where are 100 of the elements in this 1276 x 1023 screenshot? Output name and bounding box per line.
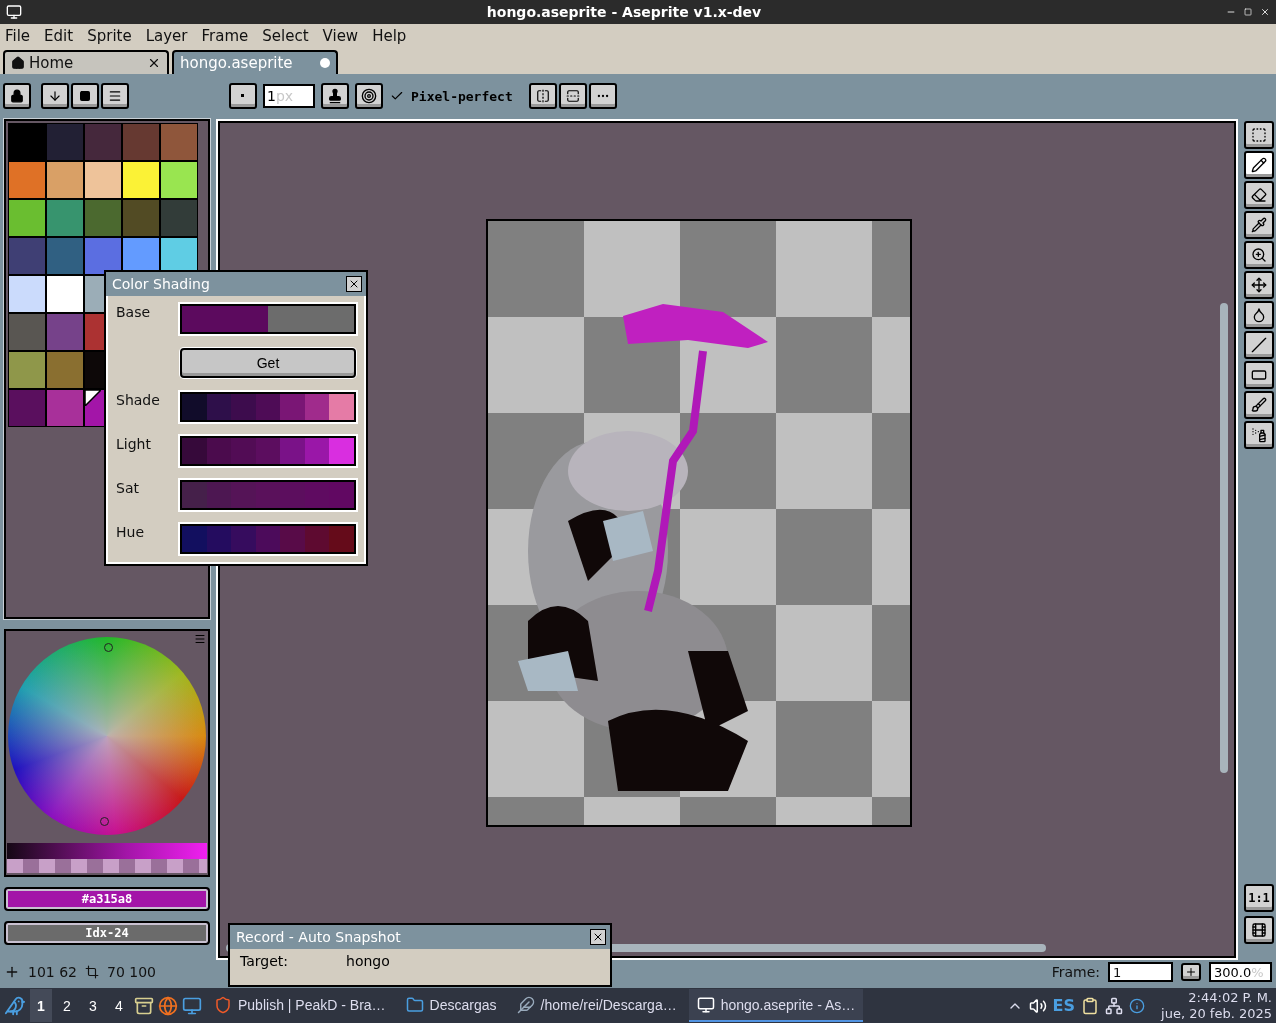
close-button[interactable]: [590, 929, 606, 945]
tool-button[interactable]: [1244, 121, 1274, 149]
taskbar-task[interactable]: /home/rei/Descarga…: [508, 989, 685, 1022]
tool-button[interactable]: [1244, 241, 1274, 269]
more-button[interactable]: [588, 83, 617, 109]
color-swatch[interactable]: [46, 313, 84, 351]
lock-button[interactable]: [3, 83, 31, 109]
taskbar-task[interactable]: Publish | PeakD - Bra…: [206, 989, 394, 1022]
target-icon: [361, 88, 377, 104]
taskbar-task[interactable]: Descargas: [397, 989, 505, 1022]
tool-button[interactable]: [1244, 151, 1274, 179]
network-icon[interactable]: [1105, 996, 1124, 1015]
menu-icon[interactable]: [194, 633, 206, 645]
close-icon[interactable]: [1260, 7, 1270, 17]
menu-item[interactable]: Frame: [201, 27, 249, 45]
close-icon: [348, 278, 360, 290]
lock-icon: [10, 89, 24, 103]
clipboard-icon[interactable]: [1081, 996, 1100, 1015]
timeline-button[interactable]: [1244, 916, 1274, 944]
shade-strip[interactable]: [180, 436, 356, 466]
menu-item[interactable]: View: [322, 27, 359, 45]
feather-icon: [516, 995, 535, 1014]
color-swatch[interactable]: [84, 161, 122, 199]
workspace-button[interactable]: 2: [56, 989, 78, 1022]
square-button[interactable]: [71, 83, 99, 109]
color-swatch[interactable]: [84, 237, 122, 275]
actual-size-button[interactable]: 1:1: [1244, 884, 1274, 912]
maximize-icon[interactable]: [1244, 8, 1252, 16]
menu-item[interactable]: Edit: [44, 27, 74, 45]
color-swatch[interactable]: [46, 123, 84, 161]
tab[interactable]: Home: [3, 50, 169, 74]
list-button[interactable]: [101, 83, 129, 109]
color-swatch[interactable]: [8, 389, 46, 427]
menu-item[interactable]: Help: [372, 27, 407, 45]
tool-button[interactable]: [1244, 391, 1274, 419]
color-swatch[interactable]: [46, 199, 84, 237]
tool-button[interactable]: [1244, 331, 1274, 359]
color-swatch[interactable]: [160, 161, 198, 199]
color-swatch[interactable]: [122, 199, 160, 237]
color-swatch[interactable]: [160, 123, 198, 161]
color-swatch[interactable]: [84, 199, 122, 237]
ink-button[interactable]: [321, 83, 349, 109]
zoom-field[interactable]: 300.0%: [1209, 962, 1272, 982]
cursor-position: 101 62: [28, 964, 77, 980]
target-button[interactable]: [355, 83, 383, 109]
desktop-icon[interactable]: [182, 995, 202, 1016]
color-swatch[interactable]: [8, 199, 46, 237]
color-swatch[interactable]: [160, 199, 198, 237]
tool-button[interactable]: [1244, 361, 1274, 389]
vertical-symmetry-button[interactable]: [528, 83, 557, 109]
frame-field[interactable]: 1: [1108, 962, 1173, 982]
plus-icon: [1185, 966, 1197, 978]
globe-icon[interactable]: [158, 995, 178, 1016]
menu-item[interactable]: File: [5, 27, 31, 45]
color-swatch[interactable]: [46, 161, 84, 199]
workspace-button[interactable]: 3: [82, 989, 104, 1022]
color-swatch[interactable]: [122, 123, 160, 161]
tool-button[interactable]: [1244, 211, 1274, 239]
square-icon: [79, 90, 91, 102]
color-swatch[interactable]: [8, 237, 46, 275]
taskbar-task[interactable]: hongo.aseprite - As…: [688, 989, 864, 1022]
hex-color-field[interactable]: #a315a8: [4, 887, 210, 911]
shade-strip[interactable]: [180, 392, 356, 422]
color-swatch[interactable]: [8, 123, 46, 161]
workspace-button[interactable]: 1: [30, 989, 52, 1022]
color-swatch[interactable]: [46, 351, 84, 389]
close-button[interactable]: [346, 276, 362, 292]
color-swatch[interactable]: [46, 275, 84, 313]
add-frame-button[interactable]: [1181, 963, 1201, 981]
color-swatch[interactable]: [46, 389, 84, 427]
menu-item[interactable]: Layer: [145, 27, 188, 45]
arrow-down-button[interactable]: [41, 83, 69, 109]
tool-button[interactable]: [1244, 421, 1274, 449]
home-icon: [11, 56, 25, 70]
bird-icon[interactable]: [4, 994, 26, 1017]
color-swatch[interactable]: [84, 123, 122, 161]
color-swatch[interactable]: [8, 161, 46, 199]
scrollbar[interactable]: [1220, 303, 1228, 773]
color-swatch[interactable]: [122, 161, 160, 199]
volume-icon[interactable]: [1028, 996, 1047, 1015]
close-icon[interactable]: [147, 56, 161, 70]
index-field[interactable]: Idx-24: [4, 921, 210, 945]
horizontal-symmetry-button[interactable]: [558, 83, 587, 109]
base-color-strip[interactable]: [180, 304, 356, 334]
tool-button[interactable]: [1244, 181, 1274, 209]
color-swatch[interactable]: [8, 275, 46, 313]
value-bar[interactable]: [7, 843, 207, 859]
dot-button[interactable]: [229, 83, 257, 109]
workspace-button[interactable]: 4: [108, 989, 130, 1022]
menu-item[interactable]: Sprite: [87, 27, 132, 45]
tool-button[interactable]: [1244, 271, 1274, 299]
tool-button[interactable]: [1244, 301, 1274, 329]
color-swatch[interactable]: [46, 237, 84, 275]
get-button[interactable]: Get: [180, 348, 356, 378]
menu-item[interactable]: Select: [262, 27, 309, 45]
info-icon[interactable]: [1129, 997, 1146, 1014]
color-swatch[interactable]: [8, 313, 46, 351]
color-swatch[interactable]: [8, 351, 46, 389]
archive-icon[interactable]: [134, 995, 154, 1016]
pencil-icon: [1251, 157, 1267, 173]
